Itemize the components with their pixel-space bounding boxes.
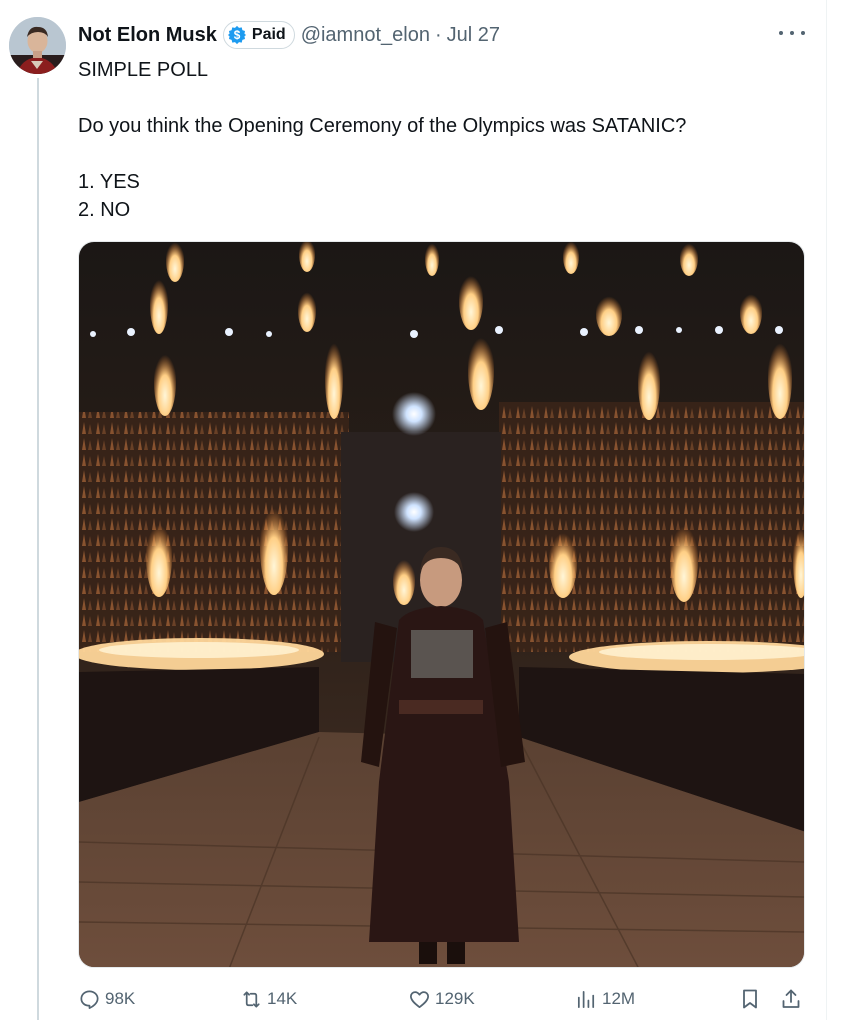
more-icon[interactable] bbox=[779, 24, 805, 42]
heart-icon bbox=[410, 990, 429, 1008]
view-count: 12M bbox=[602, 989, 636, 1008]
paid-label: Paid bbox=[251, 26, 286, 43]
svg-text:$: $ bbox=[234, 28, 241, 42]
reply-count: 98K bbox=[105, 989, 136, 1008]
paid-badge[interactable]: $ Paid bbox=[222, 21, 295, 49]
reply-button[interactable]: 98K bbox=[78, 984, 135, 1014]
tweet-line-title: SIMPLE POLL bbox=[78, 59, 209, 81]
repost-button[interactable]: 14K bbox=[240, 984, 297, 1014]
tweet-text: SIMPLE POLL Do you think the Opening Cer… bbox=[78, 56, 798, 224]
tweet-line-option-yes: 1. YES bbox=[78, 171, 140, 193]
views-icon bbox=[577, 990, 595, 1008]
tweet-media[interactable] bbox=[78, 241, 805, 968]
separator-dot: · bbox=[434, 23, 442, 46]
dollar-icon: $ bbox=[227, 25, 246, 45]
tweet-line-question: Do you think the Opening Ceremony of the… bbox=[78, 115, 687, 137]
like-count: 129K bbox=[435, 989, 475, 1008]
repost-icon bbox=[243, 990, 260, 1008]
share-icon[interactable] bbox=[779, 987, 803, 1011]
display-name[interactable]: Not Elon Musk bbox=[78, 24, 217, 47]
post-date[interactable]: Jul 27 bbox=[447, 24, 500, 47]
thread-line bbox=[37, 78, 39, 1020]
tweet-header: Not Elon Musk $ Paid @iamnot_elon · Jul … bbox=[78, 20, 500, 50]
media-image bbox=[79, 242, 804, 967]
action-bar: 98K 14K 129K 12M bbox=[0, 984, 826, 1014]
column-divider bbox=[826, 0, 827, 1020]
avatar[interactable] bbox=[9, 17, 66, 74]
views-button[interactable]: 12M bbox=[575, 984, 635, 1014]
repost-count: 14K bbox=[267, 989, 298, 1008]
tweet-line-option-no: 2. NO bbox=[78, 199, 131, 221]
reply-icon bbox=[80, 989, 99, 1009]
like-button[interactable]: 129K bbox=[408, 984, 475, 1014]
bookmark-icon[interactable] bbox=[738, 987, 762, 1011]
author-handle[interactable]: @iamnot_elon bbox=[301, 24, 430, 47]
